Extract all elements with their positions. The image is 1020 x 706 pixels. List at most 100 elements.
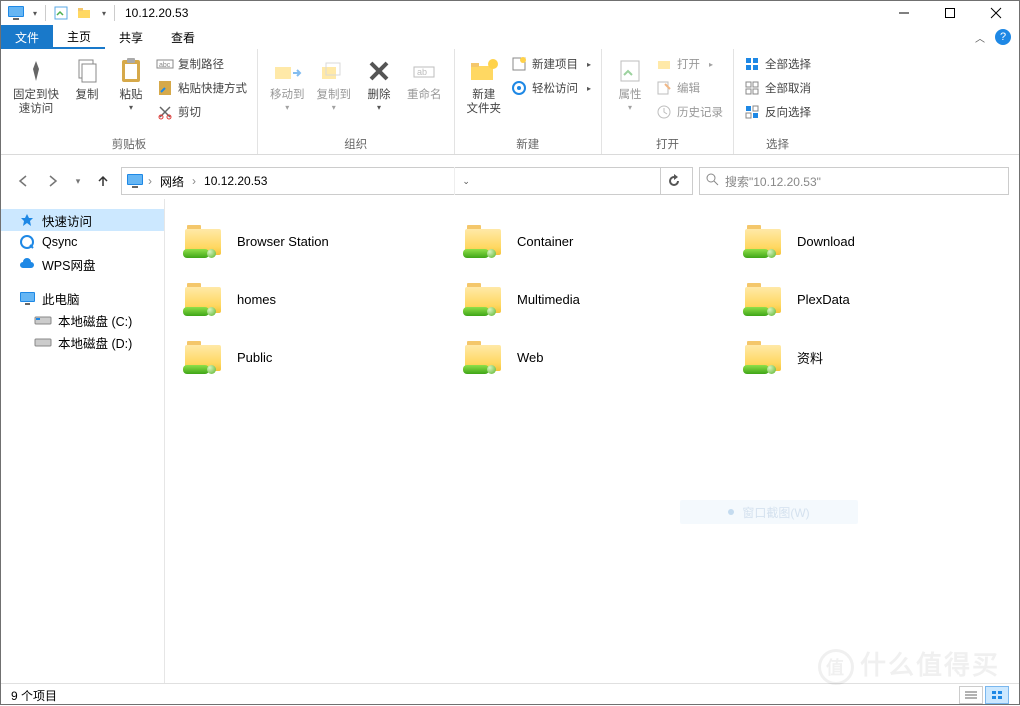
search-icon (706, 173, 719, 189)
properties-qat-icon[interactable] (50, 2, 72, 24)
rename-icon: ab (408, 55, 440, 87)
network-share-folder[interactable]: Web (455, 329, 729, 385)
move-to-button[interactable]: 移动到▾ (264, 51, 311, 116)
delete-icon (363, 55, 395, 87)
breadcrumb-network[interactable]: 网络 (156, 173, 188, 190)
recent-dropdown-icon[interactable]: ▾ (71, 169, 85, 193)
network-share-folder[interactable]: Public (175, 329, 449, 385)
sidebar-quick-access[interactable]: 快速访问 (1, 209, 164, 231)
ribbon-group-open: 属性▾ 打开▸ 编辑 历史记录 打开 (602, 49, 734, 154)
paste-shortcut-button[interactable]: 粘贴快捷方式 (157, 77, 247, 99)
chevron-down-icon[interactable]: ▾ (29, 2, 41, 24)
sidebar-qsync[interactable]: Qsync (1, 231, 164, 253)
window-title: 10.12.20.53 (121, 6, 188, 20)
history-button[interactable]: 历史记录 (656, 101, 723, 123)
group-label-organize: 组织 (264, 136, 448, 154)
chevron-right-icon[interactable]: › (148, 174, 152, 188)
select-all-button[interactable]: 全部选择 (744, 53, 811, 75)
details-view-toggle[interactable] (959, 686, 983, 704)
chevron-right-icon[interactable]: › (192, 174, 196, 188)
group-label-select: 选择 (740, 136, 815, 154)
cut-icon (157, 104, 173, 120)
invert-selection-icon (744, 104, 760, 120)
network-share-folder[interactable]: Browser Station (175, 213, 449, 269)
delete-button[interactable]: 删除▾ (357, 51, 401, 116)
address-dropdown-icon[interactable]: ⌄ (454, 167, 478, 195)
sidebar-this-pc[interactable]: 此电脑 (1, 287, 164, 309)
location-monitor-icon (126, 172, 144, 190)
network-share-folder[interactable]: Download (735, 213, 1009, 269)
tab-file[interactable]: 文件 (1, 25, 53, 49)
cut-button[interactable]: 剪切 (157, 101, 247, 123)
help-icon[interactable]: ? (995, 29, 1011, 45)
sidebar-wps[interactable]: WPS网盘 (1, 253, 164, 275)
navigation-pane[interactable]: 快速访问 Qsync WPS网盘 此电脑 本地磁盘 (C:) 本地磁盘 (D:) (1, 199, 165, 683)
select-none-icon (744, 80, 760, 96)
group-label-new: 新建 (461, 136, 596, 154)
shared-folder-icon (463, 221, 507, 261)
sidebar-drive-c[interactable]: 本地磁盘 (C:) (1, 309, 164, 331)
collapse-ribbon-icon[interactable]: ︿ (975, 30, 985, 45)
copy-path-button[interactable]: abc 复制路径 (157, 53, 247, 75)
rename-button[interactable]: ab 重命名 (401, 51, 448, 107)
search-input[interactable]: 搜索"10.12.20.53" (699, 167, 1009, 195)
quick-access-toolbar: ▾ ▾ (1, 2, 121, 24)
tab-view[interactable]: 查看 (157, 25, 209, 49)
breadcrumb-current[interactable]: 10.12.20.53 (200, 174, 271, 188)
folder-label: Browser Station (237, 234, 329, 249)
qsync-icon (19, 234, 35, 250)
tab-share[interactable]: 共享 (105, 25, 157, 49)
forward-button[interactable] (41, 169, 65, 193)
new-item-button[interactable]: 新建项目▸ (511, 53, 591, 75)
select-all-icon (744, 56, 760, 72)
folder-label: 资料 (797, 348, 823, 367)
new-item-icon (511, 56, 527, 72)
qat-separator (45, 5, 46, 21)
new-folder-qat-icon[interactable] (74, 2, 96, 24)
refresh-button[interactable] (660, 167, 688, 195)
close-button[interactable] (973, 1, 1019, 25)
monitor-icon (19, 290, 35, 306)
app-icon[interactable] (5, 2, 27, 24)
network-share-folder[interactable]: Multimedia (455, 271, 729, 327)
svg-text:ab: ab (417, 67, 427, 77)
properties-icon (614, 55, 646, 87)
folder-label: Public (237, 350, 272, 365)
select-none-button[interactable]: 全部取消 (744, 77, 811, 99)
folder-label: Multimedia (517, 292, 580, 307)
open-button[interactable]: 打开▸ (656, 53, 723, 75)
properties-button[interactable]: 属性▾ (608, 51, 652, 116)
network-share-folder[interactable]: 资料 (735, 329, 1009, 385)
invert-selection-button[interactable]: 反向选择 (744, 101, 811, 123)
tab-home[interactable]: 主页 (53, 25, 105, 49)
overlay-hint: 窗口截图(W) (680, 500, 858, 524)
copy-to-button[interactable]: 复制到▾ (311, 51, 358, 116)
large-icons-view-toggle[interactable] (985, 686, 1009, 704)
network-share-folder[interactable]: homes (175, 271, 449, 327)
shared-folder-icon (183, 279, 227, 319)
dot-icon (728, 509, 734, 515)
qat-dropdown-icon[interactable]: ▾ (98, 2, 110, 24)
shared-folder-icon (183, 337, 227, 377)
network-share-folder[interactable]: Container (455, 213, 729, 269)
network-share-folder[interactable]: PlexData (735, 271, 1009, 327)
address-bar[interactable]: › 网络 › 10.12.20.53 ⌄ (121, 167, 693, 195)
navigation-bar: ▾ › 网络 › 10.12.20.53 ⌄ 搜索"10.12.20.53" (1, 163, 1019, 199)
maximize-button[interactable] (927, 1, 973, 25)
history-icon (656, 104, 672, 120)
move-to-icon (271, 55, 303, 87)
copy-button[interactable]: 复制 (65, 51, 109, 107)
folder-content-area[interactable]: Browser Station ContainerDownload homes Mul… (165, 199, 1019, 683)
shared-folder-icon (743, 337, 787, 377)
sidebar-drive-d[interactable]: 本地磁盘 (D:) (1, 331, 164, 353)
new-folder-icon (468, 55, 500, 87)
easy-access-button[interactable]: 轻松访问▸ (511, 77, 591, 99)
pin-quick-access-button[interactable]: 固定到快 速访问 (7, 51, 65, 121)
paste-icon (115, 55, 147, 87)
paste-button[interactable]: 粘贴 ▾ (109, 51, 153, 116)
new-folder-button[interactable]: 新建 文件夹 (461, 51, 508, 121)
minimize-button[interactable] (881, 1, 927, 25)
edit-button[interactable]: 编辑 (656, 77, 723, 99)
up-button[interactable] (91, 169, 115, 193)
back-button[interactable] (11, 169, 35, 193)
